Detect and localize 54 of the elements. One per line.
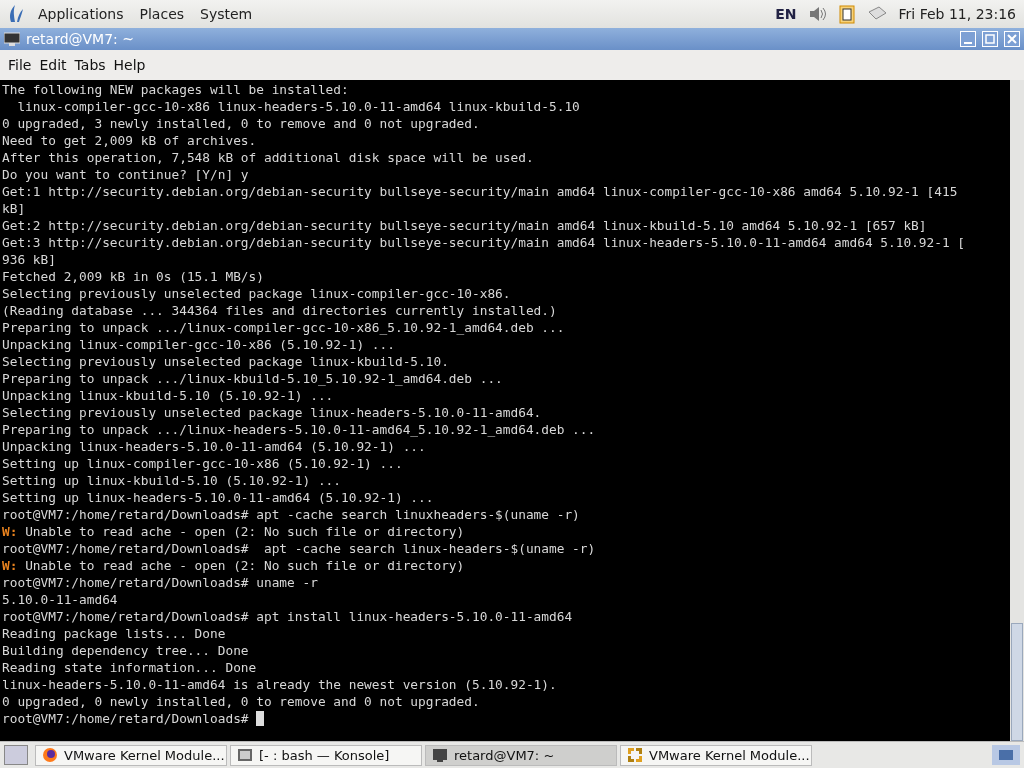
terminal-line: Unpacking linux-headers-5.10.0-11-amd64 (5.10.92-1) ... — [2, 439, 426, 454]
terminal-line: Setting up linux-kbuild-5.10 (5.10.92-1) ... — [2, 473, 341, 488]
terminal-line: Preparing to unpack .../linux-compiler-gcc-10-x86_5.10.92-1_amd64.deb ... — [2, 320, 565, 335]
terminal-line: root@VM7:/home/retard/Downloads# apt -cache search linuxheaders-$(uname -r) — [2, 507, 580, 522]
terminal-line: root@VM7:/home/retard/Downloads# apt install linux-headers-5.10.0-11-amd64 — [2, 609, 573, 624]
terminal-line: Do you want to continue? [Y/n] y — [2, 167, 249, 182]
terminal-line: root@VM7:/home/retard/Downloads# — [2, 711, 250, 726]
terminal-line: Get:3 http://security.debian.org/debian-security bullseye-security/main amd64 linux-headers-5.10.0-11-amd64 amd64 5.10.92-1 [ — [2, 235, 966, 250]
terminal-line: Reading state information... Done — [2, 660, 257, 675]
terminal-line: 0 upgraded, 3 newly installed, 0 to remove and 0 not upgraded. — [2, 116, 480, 131]
panel-menu[interactable]: Places — [137, 6, 187, 22]
terminal-line: Setting up linux-headers-5.10.0-11-amd64 (5.10.92-1) ... — [2, 490, 434, 505]
menu-item[interactable]: Tabs — [70, 57, 110, 73]
terminal-line: After this operation, 7,548 kB of additional disk space will be used. — [2, 150, 534, 165]
taskbar-button[interactable]: retard@VM7: ~ — [425, 744, 617, 766]
terminal-line: Selecting previously unselected package linux-headers-5.10.0-11-amd64. — [2, 405, 542, 420]
terminal-line: Selecting previously unselected package linux-compiler-gcc-10-x86. — [2, 286, 511, 301]
terminal-line: Building dependency tree... Done — [2, 643, 249, 658]
terminal-line: kB] — [2, 201, 26, 216]
terminal-line: The following NEW packages will be installed: — [2, 82, 349, 97]
terminal-line: Reading package lists... Done — [2, 626, 226, 641]
terminal-line: Unable to read ache - open (2: No such file or directory) — [24, 558, 465, 573]
keyboard-layout[interactable]: EN — [775, 6, 797, 22]
terminal-line: linux-headers-5.10.0-11-amd64 is already the newest version (5.10.92-1). — [2, 677, 557, 692]
terminal-line: 0 upgraded, 0 newly installed, 0 to remove and 0 not upgraded. — [2, 694, 480, 709]
warning-tag: W: — [2, 558, 18, 573]
terminal-line: Unpacking linux-compiler-gcc-10-x86 (5.10.92-1) ... — [2, 337, 395, 352]
terminal-line: Unable to read ache - open (2: No such file or directory) — [24, 524, 465, 539]
terminal-line: 936 kB] — [2, 252, 56, 267]
terminal-line: Fetched 2,009 kB in 0s (15.1 MB/s) — [2, 269, 264, 284]
menu-item[interactable]: File — [4, 57, 36, 73]
taskbar-button[interactable]: [- : bash — Konsole] — [230, 744, 422, 766]
clock[interactable]: Fri Feb 11, 23:16 — [898, 6, 1016, 22]
warning-tag: W: — [2, 524, 18, 539]
terminal-line: root@VM7:/home/retard/Downloads# apt -cache search linux-headers-$(uname -r) — [2, 541, 596, 556]
menu-item[interactable]: Help — [109, 57, 150, 73]
terminal-line: Setting up linux-compiler-gcc-10-x86 (5.10.92-1) ... — [2, 456, 403, 471]
terminal-line: (Reading database ... 344364 files and directories currently installed.) — [2, 303, 557, 318]
taskbar-button[interactable]: VMware Kernel Module... — [35, 744, 227, 766]
terminal-line: Need to get 2,009 kB of archives. — [2, 133, 257, 148]
window-title: retard@VM7: ~ — [26, 31, 134, 47]
terminal-line: Get:1 http://security.debian.org/debian-security bullseye-security/main amd64 linux-compiler-gcc-10-x86 amd64 5.10.92-1 [415 — [2, 184, 958, 199]
panel-menu[interactable]: System — [198, 6, 255, 22]
terminal-line: Preparing to unpack .../linux-headers-5.10.0-11-amd64_5.10.92-1_amd64.deb ... — [2, 422, 596, 437]
terminal-line: linux-compiler-gcc-10-x86 linux-headers-5.10.0-11-amd64 linux-kbuild-5.10 — [16, 99, 580, 114]
terminal-line: Selecting previously unselected package linux-kbuild-5.10. — [2, 354, 449, 369]
taskbar-button[interactable]: VMware Kernel Module... — [620, 744, 812, 766]
terminal-line: root@VM7:/home/retard/Downloads# uname -r — [2, 575, 318, 590]
terminal-line: Get:2 http://security.debian.org/debian-security bullseye-security/main amd64 linux-kbuild-5.10 amd64 5.10.92-1 [657 kB] — [2, 218, 927, 233]
terminal-line: Preparing to unpack .../linux-kbuild-5.10_5.10.92-1_amd64.deb ... — [2, 371, 503, 386]
panel-menu[interactable]: Applications — [36, 6, 126, 22]
menu-item[interactable]: Edit — [35, 57, 71, 73]
terminal-line: 5.10.0-11-amd64 — [2, 592, 118, 607]
terminal-line: Unpacking linux-kbuild-5.10 (5.10.92-1) ... — [2, 388, 334, 403]
